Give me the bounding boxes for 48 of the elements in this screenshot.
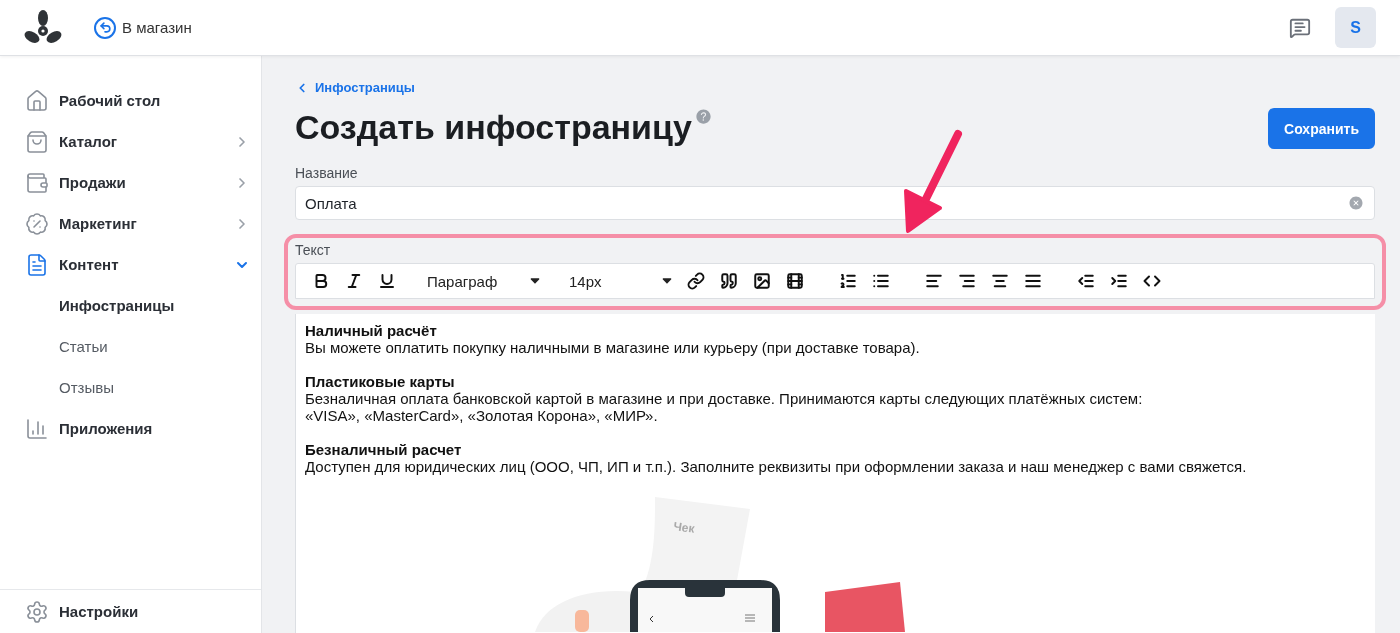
sidebar-subitem[interactable]: Отзывы	[0, 367, 261, 408]
section-heading: Пластиковые карты	[305, 373, 456, 390]
sidebar-item[interactable]: Продажи	[0, 162, 261, 203]
field-label: Текст	[295, 242, 332, 258]
editor-content[interactable]	[295, 314, 1375, 633]
image-icon	[752, 272, 771, 290]
section-text: Доступен для юридических лиц (ООО, ЧП, ИП и т.п.). Заполните реквизиты при оформлении заказа и наш менеджер с вами свяжется.	[305, 458, 1248, 475]
paragraph-select[interactable]: Параграф	[417, 266, 547, 296]
align-left-icon	[924, 272, 943, 290]
link-icon	[686, 272, 705, 290]
page-title: Создать инфостраницу	[295, 107, 692, 148]
settings-item[interactable]: Настройки	[0, 589, 261, 633]
bullet-list-icon	[871, 272, 890, 290]
field-label: Название	[295, 165, 359, 181]
sidebar-subitem[interactable]: Инфостраницы	[0, 285, 261, 326]
outdent-icon	[1076, 272, 1095, 290]
numbered-list-icon	[838, 272, 857, 290]
sidebar-item[interactable]: Контент	[0, 244, 261, 285]
section-text: Вы можете оплатить покупку наличными в магазине или курьеру (при доставке товара).	[305, 339, 921, 356]
breadcrumb-link[interactable]: Инфостраницы	[295, 80, 415, 95]
quote-icon	[719, 272, 738, 290]
breadcrumb-text[interactable]: Инфостраницы	[315, 80, 415, 95]
sidebar-item[interactable]: Рабочий стол	[0, 80, 261, 121]
avatar[interactable]: S	[1335, 7, 1376, 48]
sidebar-subitem[interactable]: Статьи	[0, 326, 261, 367]
section-heading: Наличный расчёт	[305, 322, 438, 339]
logo-icon	[24, 9, 62, 46]
sidebar-item[interactable]: Каталог	[0, 121, 261, 162]
name-input-field[interactable]: Оплата	[295, 186, 1375, 220]
section-heading: Безналичный расчет	[305, 441, 463, 458]
store-link-text[interactable]: В магазин	[122, 19, 192, 36]
payment-illustration-drawing: Чек	[505, 492, 925, 632]
sidebar-item[interactable]: Маркетинг	[0, 203, 261, 244]
align-center-icon	[990, 272, 1009, 290]
section-text: Безналичная оплата банковской картой в магазине и при доставке. Принимаются карты следующих платёжных систем:	[305, 390, 1144, 407]
chat-icon[interactable]	[1289, 16, 1311, 39]
sidebar-item[interactable]: Приложения	[0, 408, 261, 449]
align-right-icon	[957, 272, 976, 290]
font-size-select[interactable]: 14px	[559, 266, 679, 296]
section-text: «VISA», «MasterCard», «Золотая Корона», «МИР».	[305, 407, 659, 424]
settings-label[interactable]: Настройки	[59, 603, 139, 620]
settings-icon	[25, 599, 49, 624]
indent-icon	[1109, 272, 1128, 290]
align-justify-icon	[1023, 272, 1042, 290]
video-icon	[785, 272, 804, 290]
underline-icon	[377, 272, 396, 290]
save-button[interactable]: Сохранить	[1268, 108, 1375, 149]
store-link[interactable]: В магазин	[94, 16, 192, 39]
